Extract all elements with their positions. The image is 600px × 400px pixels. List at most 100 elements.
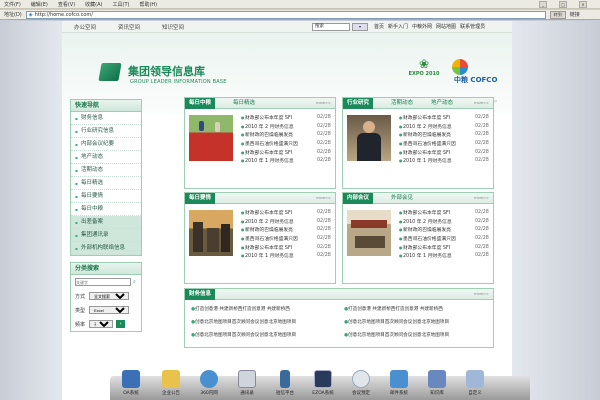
tab-daily-briefing[interactable]: 每日要情	[185, 193, 216, 204]
dock-label: 知识库	[430, 391, 444, 396]
list-item[interactable]: ● 墨西哥石油价格盛满只因 02/28	[241, 234, 331, 243]
tab-internal-meetings[interactable]: 内部会议	[343, 193, 374, 204]
address-input[interactable]: ◈ http://home.cofco.com/	[25, 10, 546, 19]
search-go-icon[interactable]: ›	[116, 320, 125, 328]
list-item[interactable]: ● 新财政的巴燥临展发亮 02/28	[399, 225, 489, 234]
menu-tools[interactable]: 工具(T)	[113, 1, 130, 8]
tab-daily-cofco[interactable]: 每日中粮	[185, 98, 216, 109]
news-item[interactable]: ● 创意北京地图项目首次顾问会议创意北京地图项目	[191, 330, 334, 341]
quick-nav-item[interactable]: 出差备案	[71, 216, 141, 229]
quick-nav-item[interactable]: 内部会议纪要	[71, 138, 141, 151]
menu-favorites[interactable]: 收藏(A)	[85, 1, 102, 8]
list-item[interactable]: ● 财政部公布本年度 SFI 02/28	[399, 243, 489, 252]
minimize-icon[interactable]: _	[539, 1, 547, 8]
list-item[interactable]: ● 2010 年 2 月财务信息 02/28	[399, 122, 489, 131]
list-item[interactable]: ● 墨西哥石油价格盛满只因 02/28	[399, 139, 489, 148]
list-item[interactable]: ● 2010 年 2 月财务信息 02/28	[399, 217, 489, 226]
more-link[interactable]: more>>	[316, 196, 331, 200]
meeting-image	[347, 210, 391, 256]
list-item[interactable]: ● 新财政的巴燥临展发亮 02/28	[399, 130, 489, 139]
dock-item-ezoa[interactable]: EZOA系统	[308, 370, 338, 396]
list-item[interactable]: ● 2010 年 2 月财务信息 02/28	[241, 217, 331, 226]
go-button[interactable]: 转到	[549, 10, 566, 19]
quick-nav-item[interactable]: 每日精选	[71, 177, 141, 190]
quick-nav-item[interactable]: 集团通讯录	[71, 229, 141, 242]
cube-logo-icon	[98, 63, 122, 81]
more-link[interactable]: more>>	[474, 292, 489, 296]
quick-nav-title: 快速导航	[71, 100, 141, 112]
list-item[interactable]: ● 2010 年 1 月财务信息 02/28	[399, 251, 489, 260]
list-item[interactable]: ● 财政部公布本年度 SFI 02/28	[399, 113, 489, 122]
list-item[interactable]: ● 2010 年 1 月财务信息 02/28	[399, 156, 489, 165]
list-item[interactable]: ● 墨西哥石油价格盛满只因 02/28	[399, 234, 489, 243]
dock-item-oa[interactable]: OA系统	[116, 370, 146, 396]
dock-item-intranet[interactable]: 360内网	[194, 370, 224, 396]
maximize-icon[interactable]: □	[559, 1, 567, 8]
tab-activity-dynamics[interactable]: 活期动态	[387, 98, 417, 109]
news-item[interactable]: ● 打造创意港 共建新桥西打造创意港 共建新桥西	[191, 304, 334, 315]
more-link[interactable]: more>>	[316, 101, 331, 105]
list-item[interactable]: ● 财政部公布本年度 SFI 02/28	[241, 208, 331, 217]
dock-item-custom[interactable]: 自定义	[460, 370, 490, 396]
list-item[interactable]: ● 财政部公布本年度 SFI 02/28	[399, 208, 489, 217]
dock-item-knowledge[interactable]: 知识库	[422, 370, 452, 396]
list-item[interactable]: ● 新财政的巴燥临展发亮 02/28	[241, 225, 331, 234]
more-link[interactable]: more>>	[474, 101, 489, 105]
dock-item-contacts[interactable]: 通讯录	[232, 370, 262, 396]
list-item[interactable]: ● 2010 年 2 月财务信息 02/28	[241, 122, 331, 131]
quick-nav-item[interactable]: 每日要情	[71, 190, 141, 203]
list-item[interactable]: ● 新财政的巴燥临展发亮 02/28	[241, 130, 331, 139]
quick-nav-item[interactable]: 活期动态	[71, 164, 141, 177]
links-label[interactable]: 链接	[570, 11, 580, 18]
search-mode-select[interactable]: 全文搜索	[89, 292, 129, 300]
link-sitemap[interactable]: 网站地图	[436, 23, 456, 30]
news-item[interactable]: ● 创意北京地图项目首次顾问会议创意北京地图项目	[344, 317, 487, 328]
quick-nav-item[interactable]: 财务信息	[71, 112, 141, 125]
more-link[interactable]: more>>	[474, 196, 489, 200]
dock-item-mail[interactable]: 邮件系统	[384, 370, 414, 396]
news-item[interactable]: ● 创意北京地图项目首次顾问会议创意北京地图项目	[344, 330, 487, 341]
list-item[interactable]: ● 2010 年 1 月财务信息 02/28	[241, 251, 331, 260]
tab-finance-info[interactable]: 财务信息	[185, 289, 216, 300]
close-icon[interactable]: ×	[579, 1, 587, 8]
search-freq-label: 频率	[75, 321, 86, 328]
tab-external-meetings[interactable]: 外部会见	[387, 193, 417, 204]
menu-file[interactable]: 文件(F)	[4, 1, 21, 8]
nav-office-space[interactable]: 办公空间	[74, 23, 96, 31]
list-item[interactable]: ● 墨西哥石油价格盛满只因 02/28	[241, 139, 331, 148]
list-item[interactable]: ● 财政部公布本年度 SFI 02/28	[399, 148, 489, 157]
keyword-input[interactable]	[75, 278, 131, 286]
tab-real-estate[interactable]: 地产动态	[427, 98, 457, 109]
menu-edit[interactable]: 编辑(E)	[31, 1, 48, 8]
search-icon[interactable]: ⌕	[133, 279, 136, 285]
tab-industry-research[interactable]: 行业研究	[343, 98, 374, 109]
ezoa-icon	[314, 370, 332, 388]
dock-item-meeting[interactable]: 会议预定	[346, 370, 376, 396]
dock-item-sms[interactable]: 短信平台	[270, 370, 300, 396]
link-contact-admin[interactable]: 联系管理员	[460, 23, 485, 30]
quick-nav-item[interactable]: 外部机构联络信息	[71, 242, 141, 255]
link-external[interactable]: 中粮外网	[412, 23, 432, 30]
dock-item-notice[interactable]: 企业公告	[156, 370, 186, 396]
menu-help[interactable]: 帮助(H)	[139, 1, 157, 8]
search-freq-select[interactable]: 不限	[89, 320, 113, 328]
list-item[interactable]: ● 2010 年 1 月财务信息 02/28	[241, 156, 331, 165]
quick-nav-item[interactable]: 每日中粮	[71, 203, 141, 216]
list-item[interactable]: ● 财政部公布本年度 SFI 02/28	[241, 243, 331, 252]
search-type-select[interactable]: Excel	[89, 306, 129, 314]
tab-daily-select[interactable]: 每日精选	[229, 98, 259, 109]
list-item[interactable]: ● 财政部公布本年度 SFI 02/28	[241, 113, 331, 122]
link-newbie[interactable]: 新手入门	[388, 23, 408, 30]
menu-view[interactable]: 查看(V)	[58, 1, 75, 8]
list-item[interactable]: ● 财政部公布本年度 SFI 02/28	[241, 148, 331, 157]
news-item[interactable]: ● 创意北京地图项目首次顾问会议创意北京地图项目	[191, 317, 334, 328]
quick-nav-item[interactable]: 行业研究信息	[71, 125, 141, 138]
quick-nav-item[interactable]: 地产动态	[71, 151, 141, 164]
site-search-button[interactable]: ▾	[352, 23, 368, 31]
nav-info-space[interactable]: 资讯空间	[118, 23, 140, 31]
link-home[interactable]: 首页	[374, 23, 384, 30]
news-item[interactable]: ● 打造创意港 共建新桥西打造创意港 共建新桥西	[344, 304, 487, 315]
dock-label: 360内网	[200, 391, 218, 396]
site-search-input[interactable]: 搜索	[312, 23, 350, 31]
nav-knowledge-space[interactable]: 知识空间	[162, 23, 184, 31]
